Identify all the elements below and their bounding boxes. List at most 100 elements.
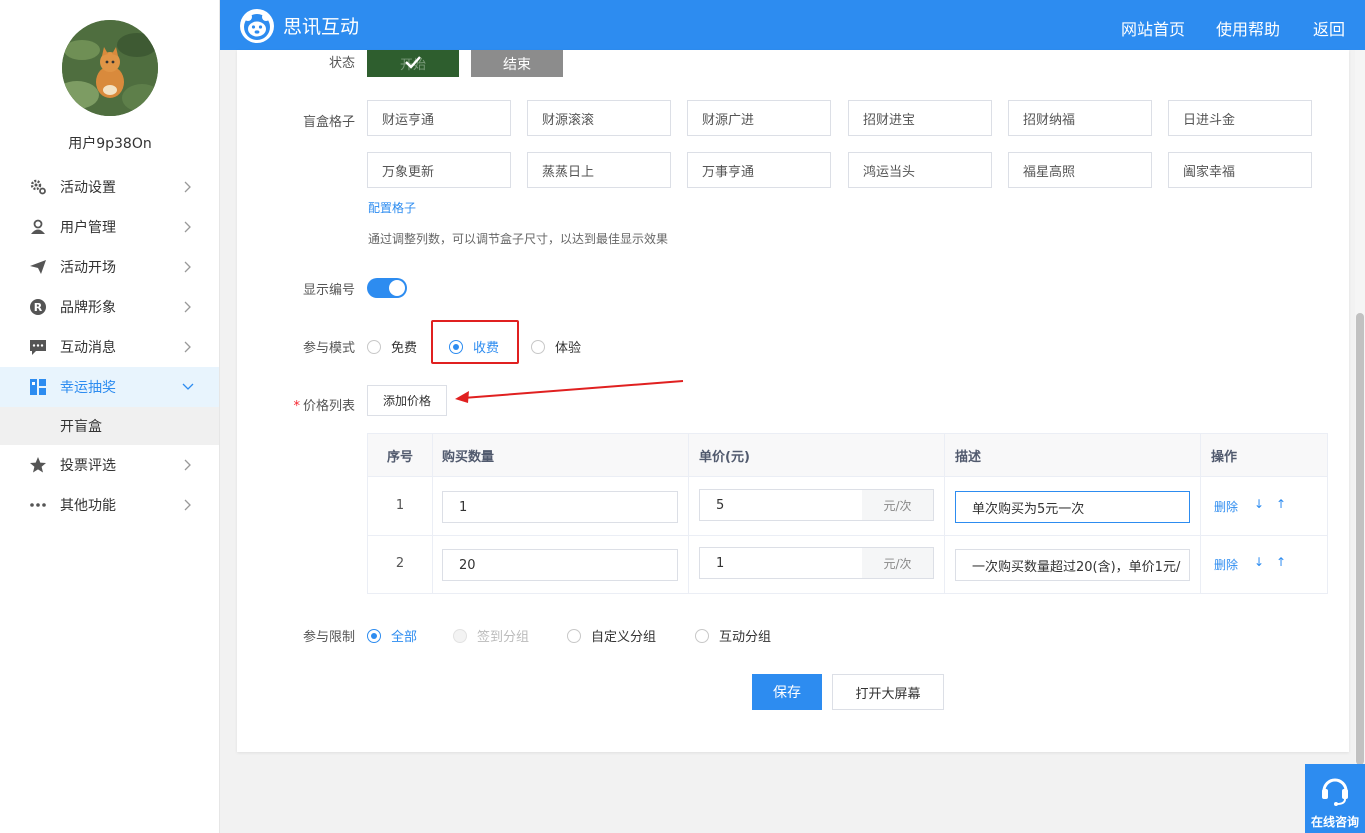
radio-label: 互动分组 bbox=[719, 630, 772, 645]
grid-cell[interactable]: 鸿运当头 bbox=[848, 152, 992, 188]
radio-label: 全部 bbox=[391, 630, 418, 645]
mode-radio-paid[interactable]: 收费 bbox=[449, 337, 499, 356]
grid-cell[interactable]: 蒸蒸日上 bbox=[527, 152, 671, 188]
move-up-icon[interactable]: ↑ bbox=[1276, 555, 1286, 569]
radio-circle bbox=[531, 339, 545, 354]
nav-home-link[interactable]: 网站首页 bbox=[1121, 16, 1185, 40]
move-up-icon[interactable]: ↑ bbox=[1276, 497, 1286, 511]
limit-radio-interactive-group[interactable]: 互动分组 bbox=[695, 626, 771, 645]
status-end-button[interactable]: 结束 bbox=[471, 50, 563, 77]
nav-help-link[interactable]: 使用帮助 bbox=[1216, 16, 1280, 40]
chevron-right-icon bbox=[181, 260, 195, 274]
show-number-toggle[interactable] bbox=[367, 278, 407, 298]
chevron-right-icon bbox=[181, 340, 195, 354]
open-big-screen-button[interactable]: 打开大屏幕 bbox=[832, 674, 944, 710]
grid-label: 盲盒格子 bbox=[302, 115, 355, 130]
top-header: 思讯互动 网站首页 使用帮助 返回 bbox=[220, 0, 1365, 50]
sidebar-item-label: 活动设置 bbox=[60, 180, 116, 196]
radio-label: 签到分组 bbox=[477, 630, 530, 645]
paper-plane-icon bbox=[28, 257, 48, 277]
message-icon bbox=[28, 337, 48, 357]
sidebar-item-interactive-messages[interactable]: 互动消息 bbox=[0, 327, 219, 367]
limit-radio-custom-group[interactable]: 自定义分组 bbox=[567, 626, 656, 645]
row-index: 1 bbox=[395, 498, 405, 513]
grid-cell[interactable]: 万事亨通 bbox=[687, 152, 831, 188]
arrow-annotation-icon bbox=[455, 380, 684, 403]
delete-row-link[interactable]: 删除 bbox=[1214, 498, 1238, 515]
price-table: 序号 购买数量 单价(元) 描述 操作 1 1 5 元/次 单次购买为5元一次 … bbox=[367, 433, 1328, 594]
radio-circle bbox=[367, 628, 381, 643]
grid-cell[interactable]: 阖家幸福 bbox=[1168, 152, 1312, 188]
bear-logo-icon[interactable] bbox=[239, 8, 275, 44]
sidebar-item-other-functions[interactable]: 其他功能 bbox=[0, 485, 219, 525]
table-header-price: 单价(元) bbox=[688, 434, 944, 477]
grid-cell[interactable]: 招财纳福 bbox=[1008, 100, 1152, 136]
status-label: 状态 bbox=[328, 56, 355, 71]
sidebar-subitem-blind-box[interactable]: 开盲盒 bbox=[0, 407, 219, 445]
price-list-label-text: 价格列表 bbox=[302, 399, 355, 414]
required-asterisk: * bbox=[293, 399, 300, 414]
config-grid-link[interactable]: 配置格子 bbox=[368, 199, 416, 216]
unit-suffix: 元/次 bbox=[862, 547, 934, 579]
mode-label: 参与模式 bbox=[302, 341, 355, 356]
avatar[interactable] bbox=[62, 20, 158, 116]
sidebar-item-label: 互动消息 bbox=[60, 340, 116, 356]
save-button[interactable]: 保存 bbox=[752, 674, 822, 710]
chevron-right-icon bbox=[181, 220, 195, 234]
sidebar-item-brand-image[interactable]: R 品牌形象 bbox=[0, 287, 219, 327]
lottery-icon bbox=[28, 377, 48, 397]
radio-circle bbox=[567, 628, 581, 643]
toggle-knob bbox=[389, 280, 405, 296]
desc-input[interactable]: 单次购买为5元一次 bbox=[955, 491, 1190, 523]
chevron-right-icon bbox=[181, 458, 195, 472]
price-input[interactable]: 1 bbox=[699, 547, 863, 579]
limit-label: 参与限制 bbox=[302, 630, 355, 645]
nav-back-link[interactable]: 返回 bbox=[1313, 16, 1345, 40]
sidebar-item-label: 幸运抽奖 bbox=[60, 380, 116, 396]
table-header-desc: 描述 bbox=[944, 434, 1200, 477]
brand-name[interactable]: 思讯互动 bbox=[283, 12, 359, 39]
move-down-icon[interactable]: ↓ bbox=[1254, 555, 1264, 569]
check-icon bbox=[404, 55, 422, 73]
radio-label: 体验 bbox=[555, 341, 582, 356]
table-divider bbox=[368, 535, 1327, 536]
delete-row-link[interactable]: 删除 bbox=[1214, 556, 1238, 573]
grid-cell[interactable]: 财运亨通 bbox=[367, 100, 511, 136]
sidebar-item-user-management[interactable]: 用户管理 bbox=[0, 207, 219, 247]
headset-icon bbox=[1320, 773, 1350, 811]
table-divider bbox=[432, 434, 433, 593]
sidebar-item-label: 活动开场 bbox=[60, 260, 116, 276]
qty-input[interactable]: 20 bbox=[442, 549, 678, 581]
chevron-right-icon bbox=[181, 498, 195, 512]
grid-cell[interactable]: 日进斗金 bbox=[1168, 100, 1312, 136]
grid-cell[interactable]: 招财进宝 bbox=[848, 100, 992, 136]
radio-label: 收费 bbox=[473, 341, 500, 356]
desc-input[interactable]: 一次购买数量超过20(含)，单价1元/ bbox=[955, 549, 1190, 581]
table-header-qty: 购买数量 bbox=[432, 434, 688, 477]
radio-circle bbox=[449, 339, 463, 354]
add-price-button[interactable]: 添加价格 bbox=[367, 385, 447, 416]
mode-radio-trial[interactable]: 体验 bbox=[531, 337, 581, 356]
radio-circle bbox=[695, 628, 709, 643]
grid-cell[interactable]: 福星高照 bbox=[1008, 152, 1152, 188]
scrollbar-thumb[interactable] bbox=[1356, 313, 1364, 765]
sidebar-item-label: 其他功能 bbox=[60, 498, 116, 514]
user-icon bbox=[28, 217, 48, 237]
mode-radio-free[interactable]: 免费 bbox=[367, 337, 417, 356]
grid-cell[interactable]: 万象更新 bbox=[367, 152, 511, 188]
grid-cell[interactable]: 财源广进 bbox=[687, 100, 831, 136]
qty-input[interactable]: 1 bbox=[442, 491, 678, 523]
chevron-down-icon bbox=[181, 380, 195, 394]
price-input[interactable]: 5 bbox=[699, 489, 863, 521]
sidebar-item-label: 用户管理 bbox=[60, 220, 116, 236]
status-start-button[interactable]: 开始 bbox=[367, 50, 459, 77]
sidebar-item-voting[interactable]: 投票评选 bbox=[0, 445, 219, 485]
limit-radio-all[interactable]: 全部 bbox=[367, 626, 417, 645]
sidebar-item-activity-settings[interactable]: 活动设置 bbox=[0, 167, 219, 207]
table-divider bbox=[1200, 434, 1201, 593]
online-consult-button[interactable]: 在线咨询 bbox=[1305, 764, 1365, 833]
move-down-icon[interactable]: ↓ bbox=[1254, 497, 1264, 511]
sidebar-item-lucky-draw[interactable]: 幸运抽奖 bbox=[0, 367, 219, 407]
sidebar-item-activity-opening[interactable]: 活动开场 bbox=[0, 247, 219, 287]
grid-cell[interactable]: 财源滚滚 bbox=[527, 100, 671, 136]
